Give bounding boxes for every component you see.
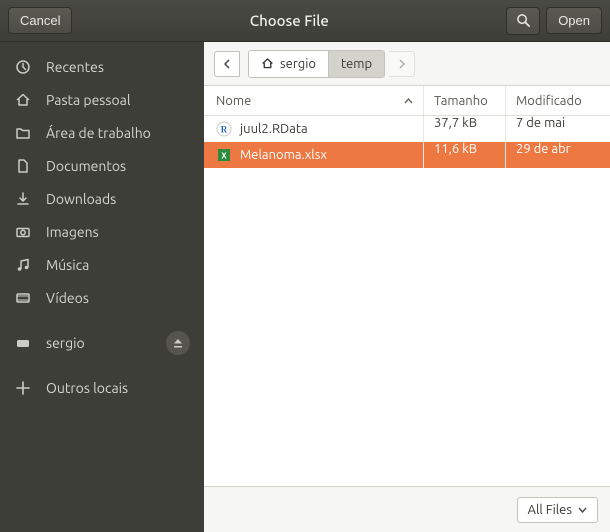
file-size: 11,6 kB (424, 142, 506, 168)
sidebar-item-volume-sergio[interactable]: sergio (0, 326, 204, 359)
file-name: juul2.RData (240, 122, 308, 136)
file-modified: 29 de abr (506, 142, 610, 168)
dialog-title: Choose File (78, 12, 500, 29)
column-headers: Nome Tamanho Modificado (204, 86, 610, 116)
breadcrumb-label: temp (341, 57, 372, 71)
footer: All Files (204, 486, 610, 532)
sidebar-item-label: Outros locais (46, 380, 128, 396)
nav-forward-button[interactable] (389, 51, 415, 77)
sidebar-item-home[interactable]: Pasta pessoal (0, 83, 204, 116)
svg-text:R: R (221, 125, 228, 135)
sidebar-item-music[interactable]: Música (0, 248, 204, 281)
breadcrumb-label: sergio (280, 57, 316, 71)
sidebar-item-label: Música (46, 257, 89, 273)
filter-label: All Files (528, 503, 572, 517)
sidebar: Recentes Pasta pessoal Área de trabalho Doc… (0, 42, 204, 532)
column-header-name[interactable]: Nome (204, 86, 424, 115)
download-icon (14, 190, 32, 208)
disk-icon (14, 334, 32, 352)
sort-asc-icon (404, 98, 413, 104)
eject-button[interactable] (166, 331, 190, 355)
chevron-left-icon (223, 59, 231, 69)
search-button[interactable] (506, 7, 540, 35)
sidebar-item-other-locations[interactable]: Outros locais (0, 371, 204, 404)
sidebar-item-download[interactable]: Downloads (0, 182, 204, 215)
sidebar-item-label: Recentes (46, 59, 104, 75)
search-icon (516, 13, 531, 28)
sidebar-item-label: Área de trabalho (46, 125, 151, 141)
pathbar: sergio temp (204, 42, 610, 86)
sidebar-item-label: Imagens (46, 224, 99, 240)
music-icon (14, 256, 32, 274)
sidebar-item-folder[interactable]: Área de trabalho (0, 116, 204, 149)
cancel-button[interactable]: Cancel (8, 7, 72, 34)
chevron-down-icon (578, 507, 587, 513)
file-filter-dropdown[interactable]: All Files (517, 497, 598, 523)
sidebar-item-label: Pasta pessoal (46, 92, 131, 108)
sidebar-item-video[interactable]: Vídeos (0, 281, 204, 314)
home-icon (261, 57, 274, 70)
xlsx-file-icon: X (216, 147, 232, 163)
nav-back-button[interactable] (214, 51, 240, 77)
breadcrumb-segment[interactable]: temp (329, 51, 384, 77)
column-header-size[interactable]: Tamanho (424, 86, 506, 115)
clock-icon (14, 58, 32, 76)
home-icon (14, 91, 32, 109)
chevron-right-icon (398, 59, 406, 69)
titlebar: Cancel Choose File Open (0, 0, 610, 42)
open-button[interactable]: Open (546, 7, 602, 34)
file-list: Nome Tamanho Modificado Rjuul2.RData 37,7… (204, 86, 610, 486)
camera-icon (14, 223, 32, 241)
video-icon (14, 289, 32, 307)
file-name: Melanoma.xlsx (240, 148, 327, 162)
sidebar-item-label: sergio (46, 335, 85, 351)
sidebar-item-label: Vídeos (46, 290, 89, 306)
file-modified: 7 de mai (506, 116, 610, 142)
file-row[interactable]: Rjuul2.RData 37,7 kB7 de mai (204, 116, 610, 142)
plus-icon (14, 379, 32, 397)
file-size: 37,7 kB (424, 116, 506, 142)
sidebar-item-camera[interactable]: Imagens (0, 215, 204, 248)
sidebar-item-label: Documentos (46, 158, 126, 174)
rdata-file-icon: R (216, 121, 232, 137)
column-label: Nome (216, 94, 251, 108)
sidebar-item-label: Downloads (46, 191, 116, 207)
folder-icon (14, 124, 32, 142)
svg-text:X: X (221, 152, 227, 161)
breadcrumb-segment[interactable]: sergio (249, 51, 329, 77)
file-row[interactable]: X Melanoma.xlsx 11,6 kB29 de abr (204, 142, 610, 168)
document-icon (14, 157, 32, 175)
column-header-modified[interactable]: Modificado (506, 86, 610, 115)
sidebar-item-document[interactable]: Documentos (0, 149, 204, 182)
sidebar-item-clock[interactable]: Recentes (0, 50, 204, 83)
breadcrumb: sergio temp (248, 50, 385, 78)
